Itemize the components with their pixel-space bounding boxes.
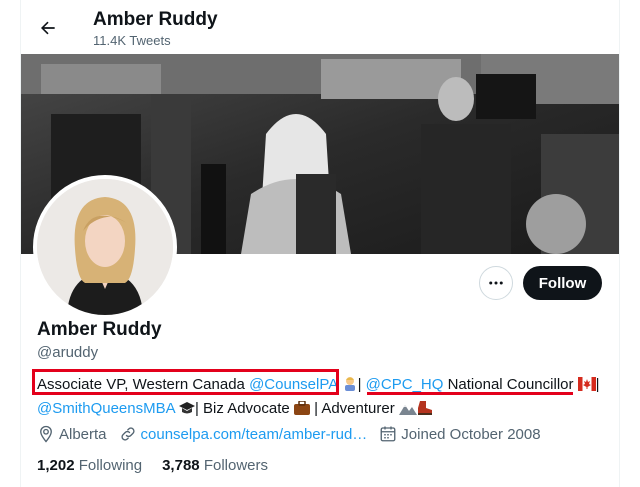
hiking-boot-icon	[417, 400, 433, 422]
location-text: Alberta	[59, 425, 107, 443]
bio-text: National Councillor	[443, 376, 578, 393]
location-pin-icon	[40, 425, 52, 443]
website[interactable]: counselpa.com/team/amber-rud…	[119, 425, 368, 443]
tweet-count: 11.4K Tweets	[93, 33, 171, 48]
bio-separator: |	[595, 376, 600, 393]
location: Alberta	[37, 425, 107, 443]
graduation-cap-icon	[178, 400, 195, 422]
profile-header: Amber Ruddy 11.4K Tweets	[21, 0, 619, 54]
followers-label: Followers	[203, 457, 268, 474]
website-link[interactable]: counselpa.com/team/amber-rud…	[141, 426, 368, 443]
display-name: Amber Ruddy	[37, 319, 162, 340]
profile-avatar[interactable]	[33, 175, 177, 319]
followers-count: 3,788	[162, 457, 200, 474]
follow-button[interactable]: Follow	[523, 266, 602, 300]
user-handle: @aruddy	[37, 344, 99, 361]
annotation-underline	[367, 392, 573, 395]
bio-text: | Adventurer	[309, 400, 399, 417]
canada-flag-icon	[577, 376, 596, 398]
annotation-highlight-box	[32, 369, 339, 395]
more-dots-icon	[489, 281, 503, 285]
following-label: Following	[78, 457, 143, 474]
followers-stat[interactable]: 3,788 Followers	[162, 457, 268, 474]
link-icon	[120, 427, 135, 441]
follow-stats: 1,202 Following 3,788 Followers	[37, 457, 288, 474]
right-border	[619, 0, 620, 487]
calendar-icon	[380, 426, 396, 442]
profile-meta: Alberta counselpa.com/team/amber-rud… Jo…	[37, 425, 553, 443]
briefcase-icon	[293, 400, 310, 422]
following-stat[interactable]: 1,202 Following	[37, 457, 142, 474]
join-date: Joined October 2008	[379, 425, 541, 443]
bio-separator: |	[357, 376, 366, 393]
back-arrow-icon	[41, 21, 55, 35]
joined-text: Joined October 2008	[401, 425, 541, 443]
more-options-button[interactable]	[479, 266, 513, 300]
header-title: Amber Ruddy	[93, 9, 218, 30]
avatar-photo	[37, 179, 173, 315]
mention-smithqueensmba[interactable]: @SmithQueensMBA	[37, 400, 175, 417]
mention-cpc-hq[interactable]: @CPC_HQ	[366, 376, 444, 393]
office-worker-emoji-icon	[342, 375, 358, 398]
back-button[interactable]	[33, 13, 63, 43]
mountain-icon	[398, 400, 417, 422]
following-count: 1,202	[37, 457, 75, 474]
bio-text: | Biz Advocate	[194, 400, 294, 417]
